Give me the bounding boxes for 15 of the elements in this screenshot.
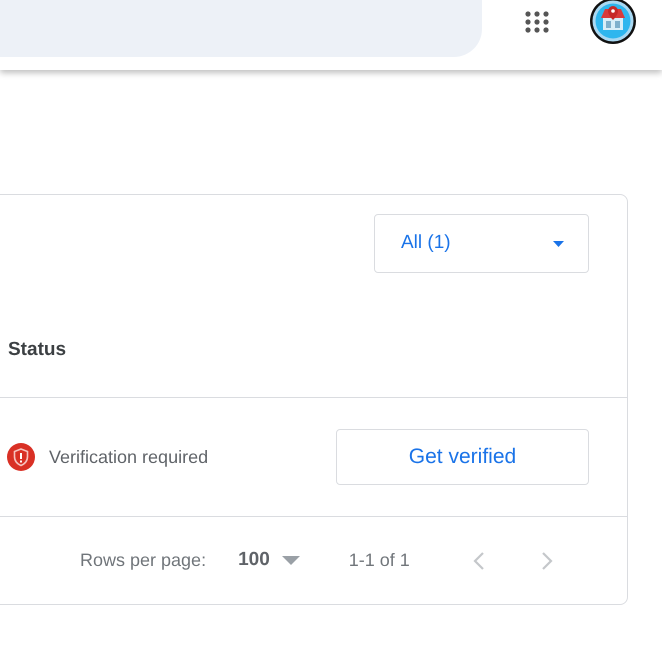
store-avatar-icon[interactable] xyxy=(587,0,639,46)
warning-shield-icon xyxy=(7,443,35,471)
chevron-left-icon xyxy=(472,550,486,570)
column-header: Status xyxy=(8,338,66,362)
rows-per-page-select[interactable]: 100 xyxy=(238,546,300,575)
dropdown-caret-icon xyxy=(282,556,300,565)
dropdown-caret-icon xyxy=(553,240,564,246)
chevron-right-icon xyxy=(540,550,554,570)
filter-value: All (1) xyxy=(401,231,451,256)
status-text: Verification required xyxy=(49,446,208,469)
rows-per-page-label: Rows per page: xyxy=(80,549,206,572)
page-range: 1-1 of 1 xyxy=(348,549,410,572)
get-verified-button[interactable]: Get verified xyxy=(336,429,589,485)
apps-grid-icon[interactable] xyxy=(524,11,550,33)
filter-dropdown[interactable]: All (1) xyxy=(374,214,589,273)
